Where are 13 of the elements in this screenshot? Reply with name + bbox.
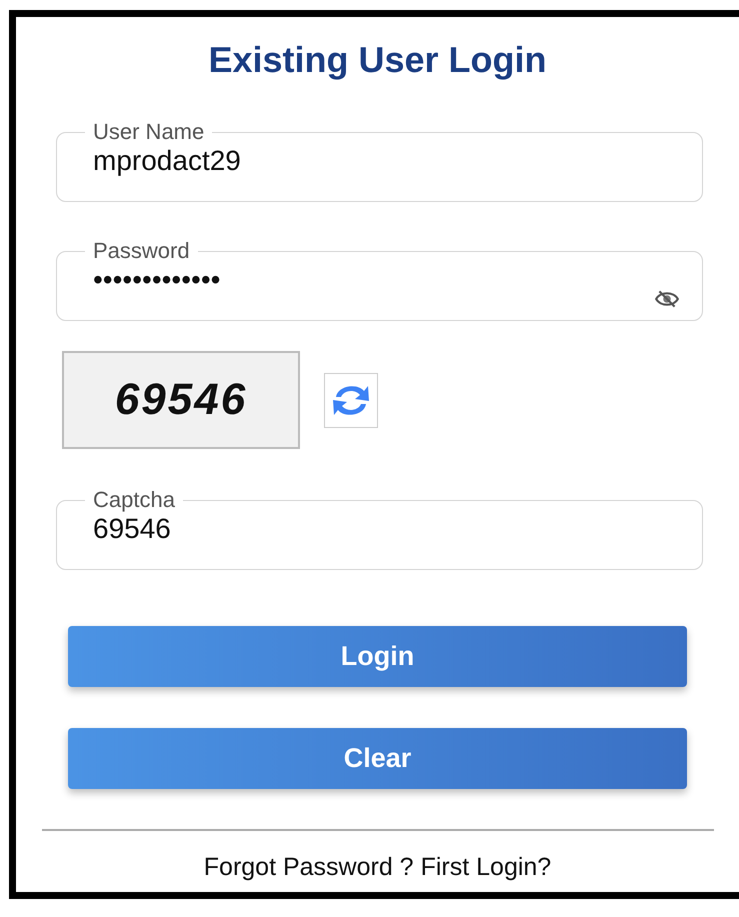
- captcha-image: 69546: [62, 351, 300, 449]
- input-field[interactable]: •••••••••••••: [93, 264, 609, 296]
- action-button[interactable]: Clear: [68, 728, 687, 789]
- action-button[interactable]: Login: [68, 626, 687, 687]
- login-title: Existing User Login: [207, 39, 548, 81]
- refresh-icon[interactable]: [324, 372, 378, 428]
- field-label: Captcha: [92, 487, 176, 513]
- input-field[interactable]: mprodact29: [93, 145, 609, 177]
- link[interactable]: Forgot Password ?: [204, 853, 414, 882]
- input-field[interactable]: 69546: [93, 513, 609, 545]
- link[interactable]: First Login?: [420, 853, 552, 882]
- field-label: User Name: [92, 119, 206, 145]
- field-label: Password: [92, 238, 191, 264]
